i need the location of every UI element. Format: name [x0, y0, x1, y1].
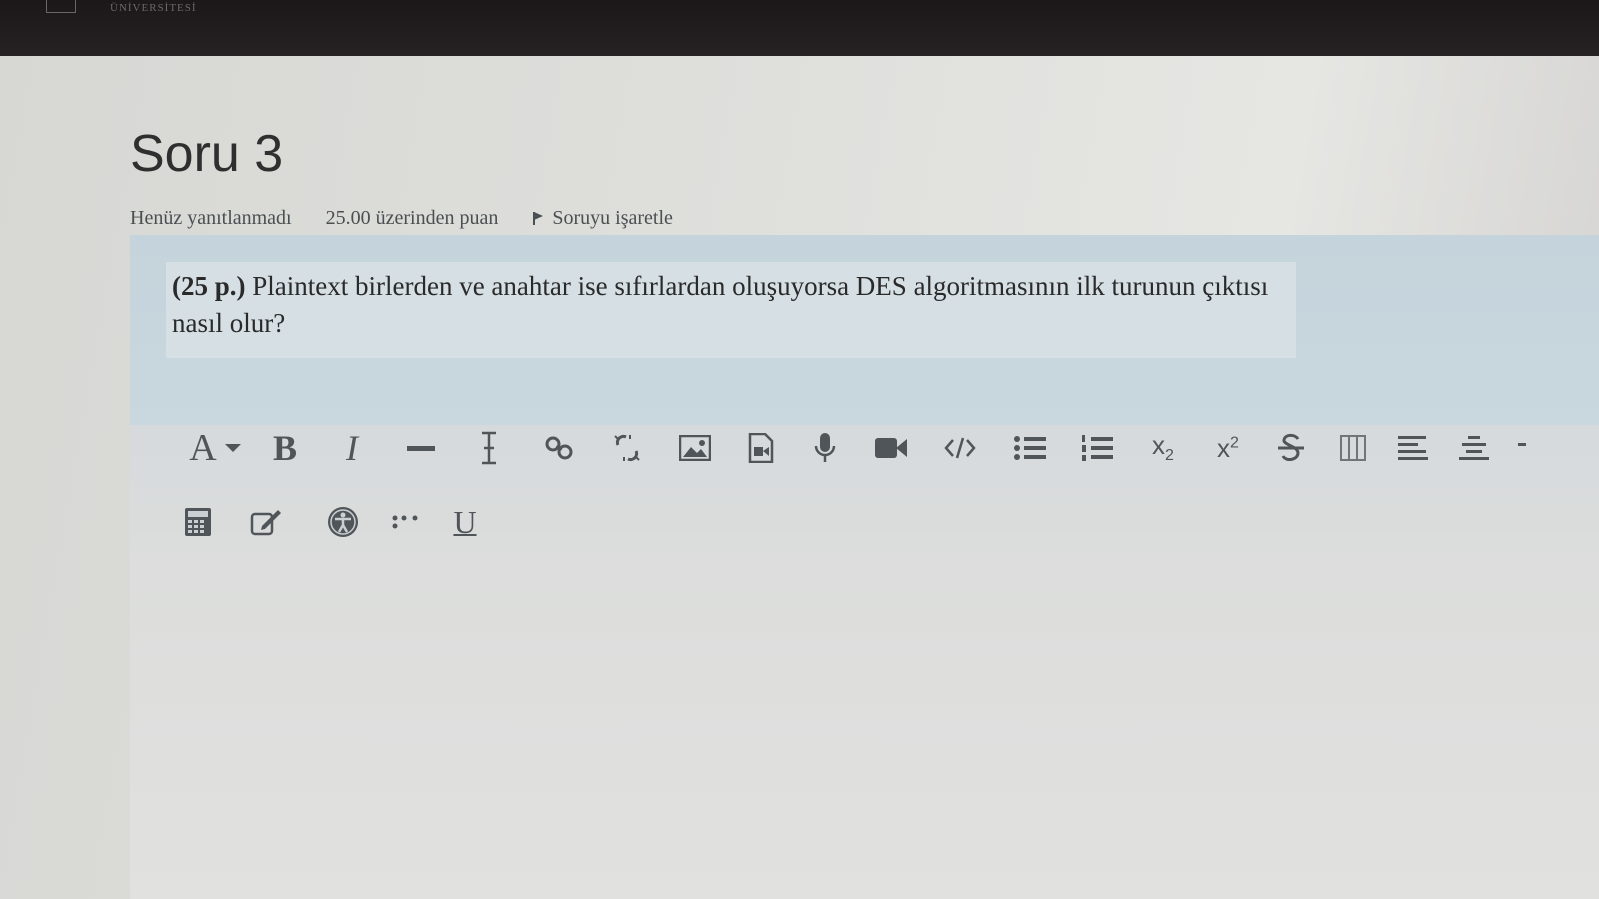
record-video-button[interactable]	[858, 426, 924, 470]
subscript-icon: x2	[1152, 430, 1174, 465]
align-center-icon	[1459, 436, 1489, 460]
align-center-button[interactable]	[1442, 426, 1506, 470]
editor-toolbar-row-2: U	[176, 500, 490, 544]
video-icon	[875, 438, 907, 458]
question-score: 25.00 üzerinden puan	[325, 206, 499, 229]
underline-button[interactable]: U	[440, 500, 490, 544]
question-body: Plaintext birlerden ve anahtar ise sıfır…	[172, 271, 1269, 338]
table-column-icon	[1340, 435, 1366, 461]
image-button[interactable]	[660, 426, 730, 470]
superscript-x: x	[1217, 432, 1231, 463]
ordered-list-button[interactable]	[1064, 426, 1130, 470]
special-chars-icon	[392, 515, 418, 529]
superscript-icon: x2	[1217, 433, 1239, 464]
question-status: Henüz yanıtlanmadı	[130, 206, 292, 229]
flag-question-label: Soruyu işaretle	[552, 206, 673, 229]
horizontal-rule-button[interactable]	[388, 426, 454, 470]
edit-icon	[250, 510, 281, 536]
record-audio-button[interactable]	[792, 426, 858, 470]
accessibility-icon	[328, 507, 358, 537]
strikethrough-button[interactable]	[1260, 426, 1322, 470]
ordered-list-icon	[1082, 435, 1113, 461]
html-button[interactable]	[924, 426, 996, 470]
edit-button[interactable]	[220, 500, 312, 544]
font-color-icon: A	[189, 427, 217, 469]
clear-formatting-icon	[482, 431, 496, 465]
table-columns-button[interactable]	[1322, 426, 1384, 470]
subscript-digit: 2	[1165, 447, 1174, 465]
bold-button[interactable]: B	[254, 426, 316, 470]
equation-button[interactable]	[176, 500, 220, 544]
question-title: Soru 3	[130, 125, 284, 183]
subscript-button[interactable]: x2	[1130, 426, 1196, 470]
superscript-button[interactable]: x2	[1196, 426, 1260, 470]
media-button[interactable]	[730, 426, 792, 470]
unlink-button[interactable]	[594, 426, 660, 470]
unordered-list-button[interactable]	[996, 426, 1064, 470]
logo[interactable]	[46, 0, 76, 13]
media-icon	[748, 433, 774, 463]
strikethrough-icon	[1278, 433, 1304, 462]
unlink-icon	[614, 434, 640, 462]
special-characters-button[interactable]	[374, 500, 440, 544]
flag-icon	[532, 211, 544, 225]
italic-button[interactable]: I	[316, 426, 388, 470]
image-icon	[679, 435, 711, 461]
italic-icon: I	[346, 428, 358, 468]
question-meta: Henüz yanıtlanmadı 25.00 üzerinden puan …	[130, 203, 673, 233]
align-left-button[interactable]	[1384, 426, 1442, 470]
align-left-icon	[1398, 436, 1428, 460]
subscript-x: x	[1152, 430, 1166, 461]
brand-text: ÜNİVERSİTESİ	[110, 2, 197, 14]
answer-editor[interactable]	[130, 425, 1599, 899]
question-text: (25 p.) Plaintext birlerden ve anahtar i…	[166, 262, 1296, 358]
unordered-list-icon	[1014, 436, 1046, 460]
bold-icon: B	[272, 428, 297, 468]
top-bar: ÜNİVERSİTESİ	[0, 0, 1599, 64]
link-icon	[545, 436, 573, 460]
editor-toolbar-row-1: A B I x2 x2	[176, 426, 1526, 470]
link-button[interactable]	[524, 426, 594, 470]
align-right-icon	[1518, 443, 1526, 446]
underline-icon: U	[453, 503, 477, 540]
font-color-button[interactable]: A	[176, 426, 254, 470]
clear-formatting-button[interactable]	[454, 426, 524, 470]
accessibility-button[interactable]	[312, 500, 374, 544]
horizontal-rule-icon	[407, 446, 435, 451]
superscript-digit: 2	[1230, 433, 1239, 451]
flag-question-link[interactable]: Soruyu işaretle	[532, 207, 673, 230]
equation-icon	[185, 508, 211, 536]
html-icon	[944, 437, 976, 459]
chevron-down-icon	[224, 444, 241, 452]
microphone-icon	[814, 433, 836, 462]
align-right-button[interactable]	[1506, 426, 1526, 470]
question-points: (25 p.)	[172, 271, 246, 301]
